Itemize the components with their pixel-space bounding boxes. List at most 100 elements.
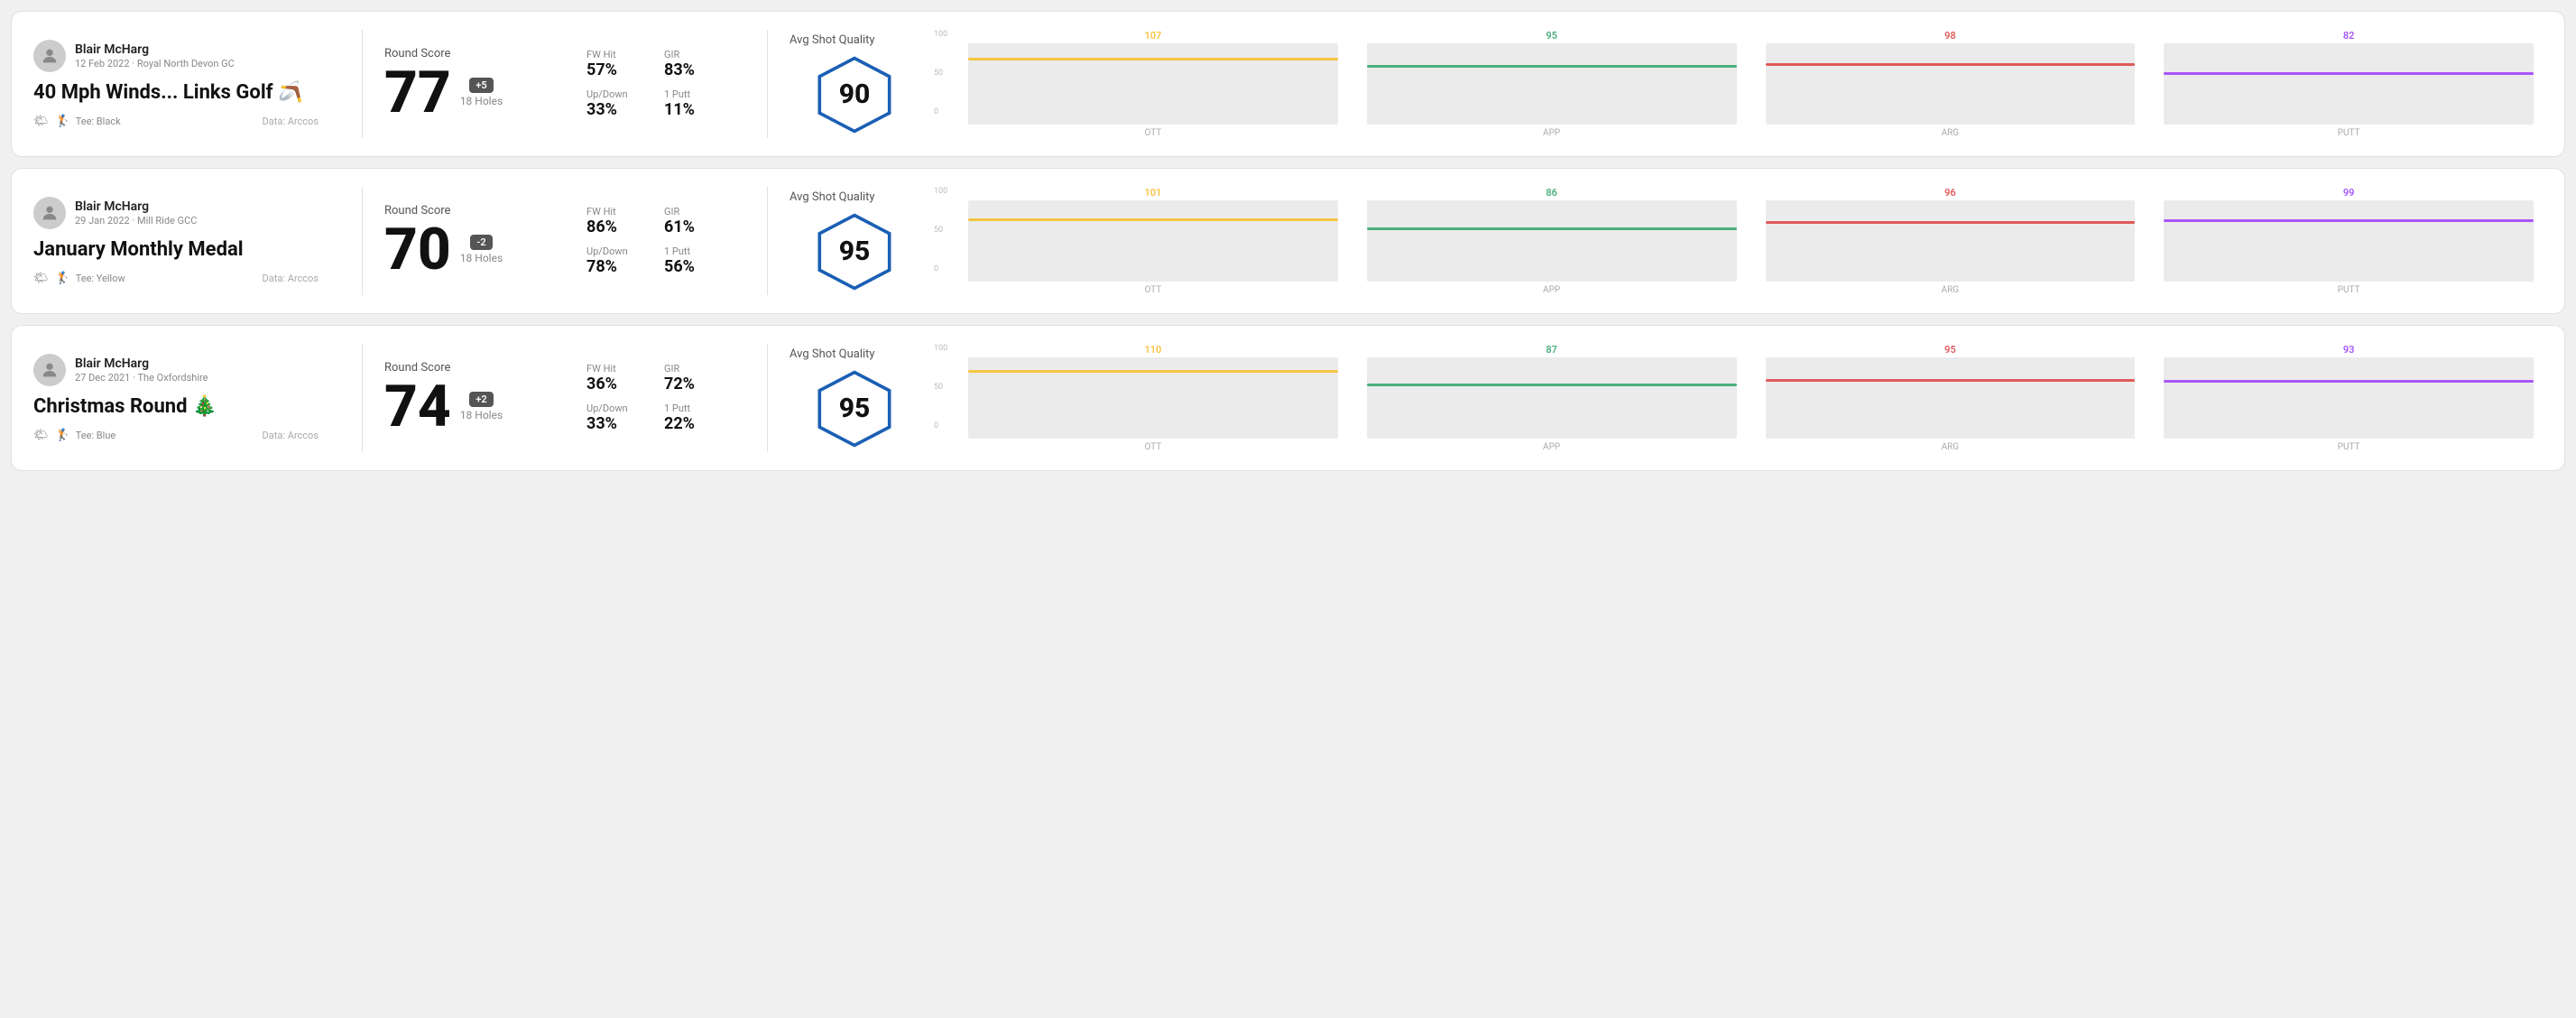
chart-bar-wrapper — [2164, 357, 2534, 439]
chart-axis-label: OTT — [1144, 128, 1161, 138]
chart-column: 110 OTT — [968, 344, 1338, 452]
gir-stat: GIR 83% — [664, 49, 724, 79]
player-footer: 🌤 🏌 Tee: Blue Data: Arccos — [33, 429, 319, 442]
player-name: Blair McHarg — [75, 356, 208, 371]
chart-bar-value: 99 — [2343, 187, 2355, 199]
stats-section: FW Hit 36% GIR 72% Up/Down 33% 1 Putt 22… — [565, 363, 745, 433]
tee-info: 🌤 🏌 Tee: Black — [33, 115, 121, 128]
score-number: 74 — [384, 378, 451, 436]
stats-grid: FW Hit 36% GIR 72% Up/Down 33% 1 Putt 22… — [586, 363, 724, 433]
holes-text: 18 Holes — [460, 252, 503, 264]
score-main: 70 -2 18 Holes — [384, 221, 565, 279]
hexagon: 95 — [814, 368, 895, 449]
chart-bar-wrapper — [968, 43, 1338, 125]
bar-line — [1367, 384, 1737, 386]
bar-line — [968, 218, 1338, 221]
fw-hit-value: 57% — [586, 60, 646, 79]
fw-hit-value: 36% — [586, 375, 646, 393]
player-meta: 12 Feb 2022 · Royal North Devon GC — [75, 58, 235, 69]
bar-line — [2164, 380, 2534, 383]
score-diff-badge: +5 — [469, 78, 493, 93]
chart-section: 100 50 0 107 OTT 95 APP — [934, 30, 2543, 138]
weather-icon: 🌤 — [33, 272, 49, 285]
chart-section: 100 50 0 110 OTT 87 APP — [934, 344, 2543, 452]
score-main: 74 +2 18 Holes — [384, 378, 565, 436]
chart-bar-wrapper — [2164, 43, 2534, 125]
chart-outer: 100 50 0 107 OTT 95 APP — [934, 30, 2543, 138]
fw-hit-value: 86% — [586, 217, 646, 236]
divider — [362, 344, 363, 452]
chart-column: 95 ARG — [1766, 344, 2136, 452]
gir-stat: GIR 72% — [664, 363, 724, 393]
updown-stat: Up/Down 33% — [586, 88, 646, 119]
chart-bar-wrapper — [1766, 200, 2136, 282]
player-name: Blair McHarg — [75, 199, 197, 214]
fw-hit-label: FW Hit — [586, 49, 646, 60]
fw-hit-stat: FW Hit 86% — [586, 206, 646, 236]
chart-axis-label: PUTT — [2338, 128, 2360, 138]
chart-axis-label: ARG — [1942, 285, 1960, 295]
updown-label: Up/Down — [586, 403, 646, 414]
avatar — [33, 354, 66, 386]
chart-column: 93 PUTT — [2164, 344, 2534, 452]
y-labels: 100 50 0 — [934, 187, 947, 273]
updown-value: 78% — [586, 257, 646, 276]
bar-line — [2164, 219, 2534, 222]
avatar — [33, 40, 66, 72]
bar-chart: 107 OTT 95 APP 98 ARG — [959, 30, 2543, 138]
data-source: Data: Arccos — [263, 116, 319, 127]
divider-2 — [767, 30, 768, 138]
chart-bar-value: 110 — [1144, 344, 1161, 356]
chart-bar-value: 101 — [1144, 187, 1161, 199]
chart-axis-label: PUTT — [2338, 442, 2360, 452]
updown-value: 33% — [586, 414, 646, 433]
stats-section: FW Hit 57% GIR 83% Up/Down 33% 1 Putt 11… — [565, 49, 745, 119]
wind-icon: 🏌 — [56, 115, 70, 128]
player-info: Blair McHarg 27 Dec 2021 · The Oxfordshi… — [75, 356, 208, 384]
chart-bar-value: 96 — [1944, 187, 1956, 199]
chart-outer: 100 50 0 101 OTT 86 APP — [934, 187, 2543, 295]
hexagon-score: 95 — [839, 393, 871, 424]
round-card: Blair McHarg 12 Feb 2022 · Royal North D… — [11, 11, 2565, 157]
weather-icon: 🌤 — [33, 429, 49, 442]
oneputt-value: 11% — [664, 100, 724, 119]
round-title: Christmas Round 🎄 — [33, 395, 319, 418]
gir-label: GIR — [664, 363, 724, 375]
chart-column: 96 ARG — [1766, 187, 2136, 295]
score-section: Round Score 70 -2 18 Holes — [384, 204, 565, 279]
player-footer: 🌤 🏌 Tee: Yellow Data: Arccos — [33, 272, 319, 285]
bar-line — [2164, 72, 2534, 75]
chart-bar-wrapper — [1367, 357, 1737, 439]
divider-2 — [767, 344, 768, 452]
chart-column: 87 APP — [1367, 344, 1737, 452]
data-source: Data: Arccos — [263, 430, 319, 441]
hexagon-container: 90 — [789, 54, 919, 135]
chart-axis-label: APP — [1543, 285, 1560, 295]
oneputt-stat: 1 Putt 22% — [664, 403, 724, 433]
chart-bar-wrapper — [1367, 43, 1737, 125]
score-diff-badge: +2 — [469, 392, 493, 407]
bar-chart: 110 OTT 87 APP 95 ARG — [959, 344, 2543, 452]
chart-bar-wrapper — [2164, 200, 2534, 282]
oneputt-label: 1 Putt — [664, 403, 724, 414]
bar-line — [1367, 227, 1737, 230]
chart-bar-value: 87 — [1546, 344, 1557, 356]
updown-stat: Up/Down 78% — [586, 245, 646, 276]
chart-axis-label: ARG — [1942, 128, 1960, 138]
gir-stat: GIR 61% — [664, 206, 724, 236]
chart-bar-value: 95 — [1944, 344, 1956, 356]
updown-value: 33% — [586, 100, 646, 119]
chart-column: 101 OTT — [968, 187, 1338, 295]
divider — [362, 187, 363, 295]
chart-axis-label: APP — [1543, 128, 1560, 138]
quality-section: Avg Shot Quality 95 — [789, 190, 934, 292]
oneputt-stat: 1 Putt 11% — [664, 88, 724, 119]
bar-line — [968, 58, 1338, 60]
bar-line — [968, 370, 1338, 373]
fw-hit-stat: FW Hit 36% — [586, 363, 646, 393]
player-info: Blair McHarg 12 Feb 2022 · Royal North D… — [75, 42, 235, 69]
weather-icon: 🌤 — [33, 115, 49, 128]
avatar — [33, 197, 66, 229]
hexagon: 95 — [814, 211, 895, 292]
quality-label: Avg Shot Quality — [789, 347, 919, 361]
